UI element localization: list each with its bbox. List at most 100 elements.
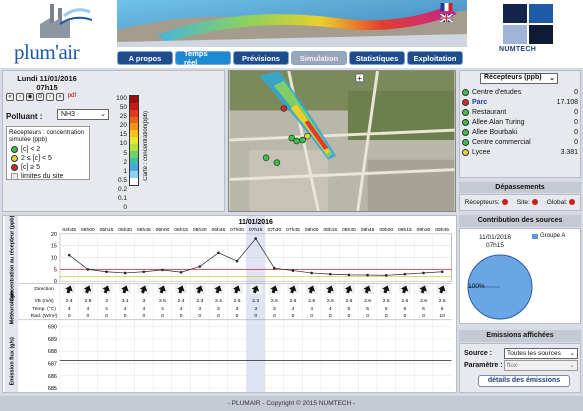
dep-global: Global: bbox=[547, 199, 576, 206]
receptor-row[interactable]: Parc 17.108 bbox=[462, 97, 578, 107]
radiation-value: 0 bbox=[105, 313, 108, 319]
receptor-value: 0 bbox=[574, 88, 578, 96]
time-header-label: 06h30 bbox=[193, 227, 207, 233]
tab-temps-r-el[interactable]: Temps réel bbox=[175, 49, 231, 67]
tab-exploitation[interactable]: Exploitation bbox=[407, 51, 463, 65]
wind-speed-value: 2.8 bbox=[84, 298, 91, 304]
chevron-down-icon: ⌄ bbox=[100, 111, 106, 118]
legend-title: Récepteurs : concentration simulée (ppb) bbox=[9, 129, 85, 143]
pie-legend-label: Groupe A bbox=[540, 233, 566, 239]
param-select[interactable]: flux ⌄ bbox=[504, 360, 578, 371]
data-point bbox=[328, 272, 332, 276]
playback-control-1[interactable]: ‹ bbox=[16, 93, 24, 101]
wind-speed-value: 2.5 bbox=[271, 298, 278, 304]
y-tick-label: 20 bbox=[51, 232, 57, 238]
factory-logo-icon bbox=[40, 4, 92, 38]
pollutant-select[interactable]: NH3 ⌄ bbox=[57, 109, 109, 120]
playback-control-6[interactable]: pdf bbox=[66, 93, 78, 101]
playback-control-2[interactable]: ◉ bbox=[26, 93, 34, 101]
y-tick-label: 0 bbox=[54, 279, 57, 285]
wind-speed-value: 2.6 bbox=[401, 298, 408, 304]
contrib-time: 07h15 bbox=[485, 242, 505, 249]
emission-tick-label: 687 bbox=[48, 362, 57, 368]
time-header-label: 05h15 bbox=[100, 227, 114, 233]
main-nav: A propos Temps réel Prévisions Simulation St… bbox=[117, 49, 463, 67]
colorbar-swatch bbox=[130, 102, 138, 110]
side-label: Concentration au récepteur (ppb) bbox=[9, 215, 15, 301]
receptor-row[interactable]: Lycee 3.381 bbox=[462, 147, 578, 157]
colorbar-tick-label: 1 bbox=[123, 167, 127, 175]
time-header-label: 09h15 bbox=[398, 227, 412, 233]
svg-text:+: + bbox=[357, 74, 362, 83]
colorbar-swatch bbox=[130, 164, 138, 172]
receptor-row[interactable]: Allee Bourbaki 0 bbox=[462, 127, 578, 137]
temperature-value: 4 bbox=[180, 306, 183, 312]
radiation-value: 0 bbox=[273, 313, 276, 319]
receptor-row[interactable]: Centre d'etudes 0 bbox=[462, 87, 578, 97]
wind-speed-value: 2.4 bbox=[215, 298, 222, 304]
receptor-select[interactable]: Récepteurs (ppb) ⌄ bbox=[480, 73, 558, 84]
playback-control-4[interactable]: › bbox=[46, 93, 54, 101]
time-header-label: 09h45 bbox=[435, 227, 449, 233]
data-point bbox=[440, 270, 444, 274]
radiation-value: 10 bbox=[439, 313, 445, 319]
site-map[interactable]: + bbox=[228, 70, 456, 212]
side-label: Emission flux (g/s) bbox=[9, 337, 15, 385]
pollutant-value: NH3 bbox=[61, 111, 76, 118]
receptor-name: Allee Alan Turing bbox=[472, 118, 525, 126]
wind-speed-value: 2.5 bbox=[327, 298, 334, 304]
dep-site-label: Site: bbox=[516, 199, 530, 206]
current-date: Lundi 11/01/2016 bbox=[17, 74, 77, 83]
wind-speed-value: 2.5 bbox=[383, 298, 390, 304]
receptor-row[interactable]: Restaurant 0 bbox=[462, 107, 578, 117]
receptor-row[interactable]: Allee Alan Turing 0 bbox=[462, 117, 578, 127]
data-point bbox=[123, 271, 127, 275]
playback-control-0[interactable]: « bbox=[6, 93, 14, 101]
app-logo-text: plum'air bbox=[14, 40, 80, 64]
tab-a-propos[interactable]: A propos bbox=[117, 51, 173, 65]
temperature-value: 4 bbox=[105, 306, 108, 312]
emission-tick-label: 685 bbox=[48, 386, 57, 392]
time-header-label: 06h45 bbox=[212, 227, 226, 233]
wind-speed-value: 2.3 bbox=[252, 298, 259, 304]
data-point bbox=[310, 271, 313, 275]
emission-details-button[interactable]: détails des émissions bbox=[478, 375, 570, 387]
colorbar-swatch bbox=[130, 130, 138, 138]
receptor-row[interactable]: Centre commercial 0 bbox=[462, 137, 578, 147]
alert-dot-icon bbox=[569, 199, 576, 206]
wind-speed-value: 2.6 bbox=[345, 298, 352, 304]
tab-pr-visions[interactable]: Prévisions bbox=[233, 51, 289, 65]
playback-control-3[interactable]: ⊙ bbox=[36, 93, 44, 101]
time-header-label: 07h45 bbox=[286, 227, 300, 233]
time-header-label: 07h15 bbox=[249, 227, 263, 233]
flag-fr-icon[interactable] bbox=[440, 3, 453, 11]
receptor-status-icon bbox=[462, 138, 469, 146]
contribution-panel: 11/01/2016 07h15 Groupe A 100% bbox=[459, 228, 581, 324]
temperature-value: 4 bbox=[87, 306, 90, 312]
radiation-value: 0 bbox=[385, 313, 388, 319]
temperature-value: 3 bbox=[254, 306, 257, 312]
source-select[interactable]: Toutes les sources ⌄ bbox=[504, 348, 578, 359]
receptor-select-value: Récepteurs (ppb) bbox=[484, 74, 542, 81]
wind-speed-value: 2.6 bbox=[290, 298, 297, 304]
data-point bbox=[366, 273, 369, 277]
flag-uk-icon[interactable] bbox=[440, 14, 453, 22]
colorbar-swatch bbox=[130, 157, 138, 165]
time-header-label: 04h45 bbox=[62, 227, 76, 233]
receptor-status-icon bbox=[462, 108, 469, 116]
receptor-name: Allee Bourbaki bbox=[472, 128, 518, 136]
temperature-value: 6 bbox=[422, 306, 425, 312]
footer: - PLUMAIR - Copyright © 2015 NUMTECH - bbox=[0, 396, 583, 411]
meteo-row-label: Temp. (°C) bbox=[32, 306, 56, 312]
colorbar-tick-label: 10 bbox=[119, 140, 127, 148]
data-point bbox=[384, 274, 388, 277]
language-flags bbox=[440, 3, 456, 25]
temperature-value: 4 bbox=[161, 306, 164, 312]
dep-site: Site: bbox=[517, 199, 538, 206]
tab-statistiques[interactable]: Statistiques bbox=[349, 51, 405, 65]
receptor-value: 0 bbox=[574, 138, 578, 146]
header: plum'air NUMTECH A propos Temps réel Prévi… bbox=[0, 0, 583, 68]
receptor-value: 0 bbox=[574, 108, 578, 116]
playback-control-5[interactable]: » bbox=[56, 93, 64, 101]
wind-speed-value: 2.3 bbox=[196, 298, 203, 304]
